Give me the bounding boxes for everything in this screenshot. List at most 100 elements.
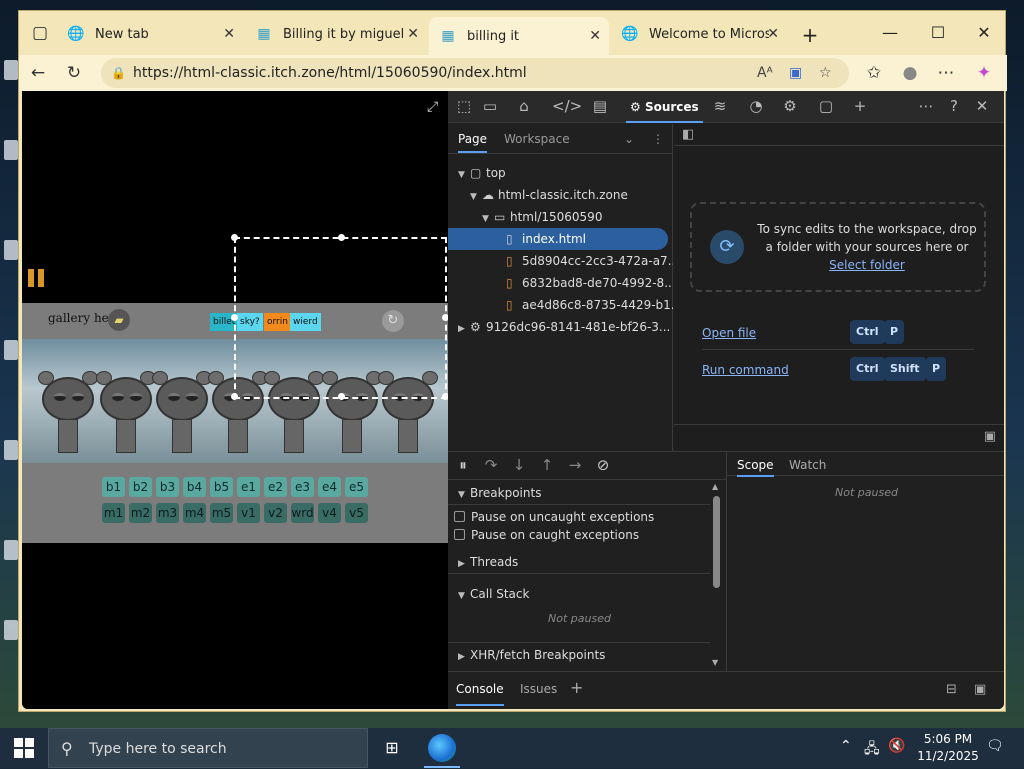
section-call-stack[interactable]: ▼ Call Stack [448, 582, 710, 606]
scrollbar[interactable]: ▲ ▼ [712, 482, 722, 670]
desktop-icon[interactable] [4, 540, 18, 560]
run-command-link[interactable]: Run command [702, 363, 789, 377]
sound-button[interactable]: e1 [237, 477, 260, 497]
selection-handle[interactable] [338, 393, 345, 400]
desktop-icon[interactable] [4, 240, 18, 260]
tree-item[interactable]: ▯ 5d8904cc-2cc3-472a-a7... [448, 250, 673, 272]
performance-icon[interactable]: ◔ [744, 97, 768, 115]
step-icon[interactable]: → [564, 456, 586, 474]
selection-handle[interactable] [231, 314, 238, 321]
game-canvas[interactable]: ⤢ gallery here ▰ billet sky? orrin wierd… [22, 91, 449, 709]
minimize-button[interactable]: — [875, 23, 905, 42]
notifications-icon[interactable]: 🗨 [986, 738, 1004, 754]
chevron-down-icon[interactable]: ⌄ [624, 132, 634, 146]
back-icon[interactable]: ← [25, 61, 51, 85]
tab-sources[interactable]: ⚙ Sources [626, 91, 703, 123]
pause-uncaught-checkbox[interactable]: Pause on uncaught exceptions [454, 508, 704, 526]
tab-welcome-to-microsoft[interactable]: 🌐 Welcome to Microsoft ✕ [611, 19, 787, 49]
sound-button[interactable]: m4 [183, 503, 206, 523]
scroll-up-icon[interactable]: ▲ [712, 482, 718, 491]
tab-workspace[interactable]: Workspace [504, 132, 570, 146]
dock-icon[interactable]: ⊟ [946, 682, 957, 697]
more-options-icon[interactable]: ⋯ [914, 97, 938, 115]
close-devtools-icon[interactable]: ✕ [970, 97, 994, 115]
favorite-star-icon[interactable]: ☆ [819, 58, 832, 88]
elements-icon[interactable]: </> [552, 97, 582, 115]
pause-icon[interactable] [28, 269, 46, 287]
sound-button[interactable]: m5 [210, 503, 233, 523]
desktop-icon[interactable] [4, 620, 18, 640]
network-icon[interactable]: 🖧 [864, 738, 880, 762]
tab-actions-icon[interactable]: ▢ [27, 21, 53, 45]
edge-taskbar-icon[interactable] [428, 734, 456, 762]
inspect-icon[interactable]: ⬚ [452, 97, 476, 115]
tree-item[interactable]: ▼ ☁ html-classic.itch.zone [448, 184, 673, 206]
network-icon[interactable]: ≋ [708, 97, 732, 115]
select-folder-link[interactable]: Select folder [829, 258, 905, 272]
pause-script-icon[interactable]: ⏸ [452, 456, 474, 474]
tab-issues[interactable]: Issues [520, 682, 557, 696]
deactivate-breakpoints-icon[interactable]: ⊘ [592, 456, 614, 474]
immersive-reader-icon[interactable]: ▣ [789, 58, 802, 88]
scroll-down-icon[interactable]: ▼ [712, 658, 718, 667]
tab-page[interactable]: Page [458, 132, 488, 153]
desktop-icon[interactable] [4, 140, 18, 160]
more-menu-icon[interactable]: ⋯ [933, 61, 959, 85]
chevron-up-icon[interactable]: ⌃ [840, 738, 852, 754]
coverage-icon[interactable]: ▣ [984, 429, 996, 444]
sound-button[interactable]: v4 [318, 503, 341, 523]
selection-box[interactable] [231, 234, 449, 400]
close-icon[interactable]: ✕ [767, 26, 779, 42]
tree-item[interactable]: ▼ ▢ top [448, 162, 673, 184]
sound-button[interactable]: e3 [291, 477, 314, 497]
sound-button[interactable]: b2 [129, 477, 152, 497]
add-drawer-tab-icon[interactable]: + [570, 678, 583, 697]
section-xhr-breakpoints[interactable]: ▶ XHR/fetch Breakpoints [448, 642, 710, 666]
sound-button[interactable]: e4 [318, 477, 341, 497]
section-threads[interactable]: ▶ Threads [448, 550, 710, 574]
folder-icon[interactable]: ▰ [108, 309, 130, 331]
kebab-menu-icon[interactable]: ⋮ [652, 132, 664, 146]
task-view-icon[interactable]: ⊞ [378, 734, 406, 762]
tab-watch[interactable]: Watch [789, 458, 826, 472]
pause-caught-checkbox[interactable]: Pause on caught exceptions [454, 526, 704, 544]
tree-item[interactable]: ▯ 6832bad8-de70-4992-8... [448, 272, 673, 294]
lock-icon[interactable]: 🔒 [111, 58, 126, 88]
step-into-icon[interactable]: ↓ [508, 456, 530, 474]
toggle-navigator-icon[interactable]: ◧ [682, 127, 694, 142]
desktop-icon[interactable] [4, 340, 18, 360]
tab-billing-it-by-miguelroblox[interactable]: ▦ Billing it by miguelRoblox ✕ [245, 19, 427, 49]
close-window-button[interactable]: ✕ [969, 23, 999, 42]
settings-gear-icon[interactable]: ⚙ [778, 97, 802, 115]
sound-button[interactable]: m1 [102, 503, 125, 523]
application-icon[interactable]: ▢ [814, 97, 838, 115]
taskbar-search[interactable]: ⚲ Type here to search [48, 728, 368, 768]
selection-handle[interactable] [338, 234, 345, 241]
tab-billing-it[interactable]: ▦ billing it ✕ [429, 17, 609, 55]
windows-start-icon[interactable] [14, 738, 34, 758]
desktop-icon[interactable] [4, 440, 18, 460]
favorites-icon[interactable]: ✩ [861, 61, 887, 85]
tree-item[interactable]: ▯ ae4d86c8-8735-4429-b1... [448, 294, 673, 316]
sound-button[interactable]: b4 [183, 477, 206, 497]
scrollbar-thumb[interactable] [713, 496, 720, 588]
section-breakpoints[interactable]: ▼ Breakpoints [448, 481, 710, 505]
sound-button[interactable]: b3 [156, 477, 179, 497]
desktop-icon[interactable] [4, 60, 18, 80]
sound-button[interactable]: m3 [156, 503, 179, 523]
tab-new-tab[interactable]: 🌐 New tab ✕ [57, 19, 243, 49]
sound-button[interactable]: e2 [264, 477, 287, 497]
sound-button[interactable]: b5 [210, 477, 233, 497]
help-icon[interactable]: ? [942, 97, 966, 115]
sound-button[interactable]: e5 [345, 477, 368, 497]
new-tab-button[interactable]: + [795, 23, 825, 47]
tree-item[interactable]: ▯ index.html [448, 228, 668, 250]
fullscreen-icon[interactable]: ⤢ [427, 99, 438, 115]
step-out-icon[interactable]: ↑ [536, 456, 558, 474]
sound-button[interactable]: v5 [345, 503, 368, 523]
maximize-button[interactable]: ☐ [923, 23, 953, 42]
volume-muted-icon[interactable]: 🔇 [888, 738, 905, 754]
sound-button[interactable]: m2 [129, 503, 152, 523]
clock[interactable]: 5:06 PM 11/2/2025 [916, 731, 980, 765]
step-over-icon[interactable]: ↷ [480, 456, 502, 474]
